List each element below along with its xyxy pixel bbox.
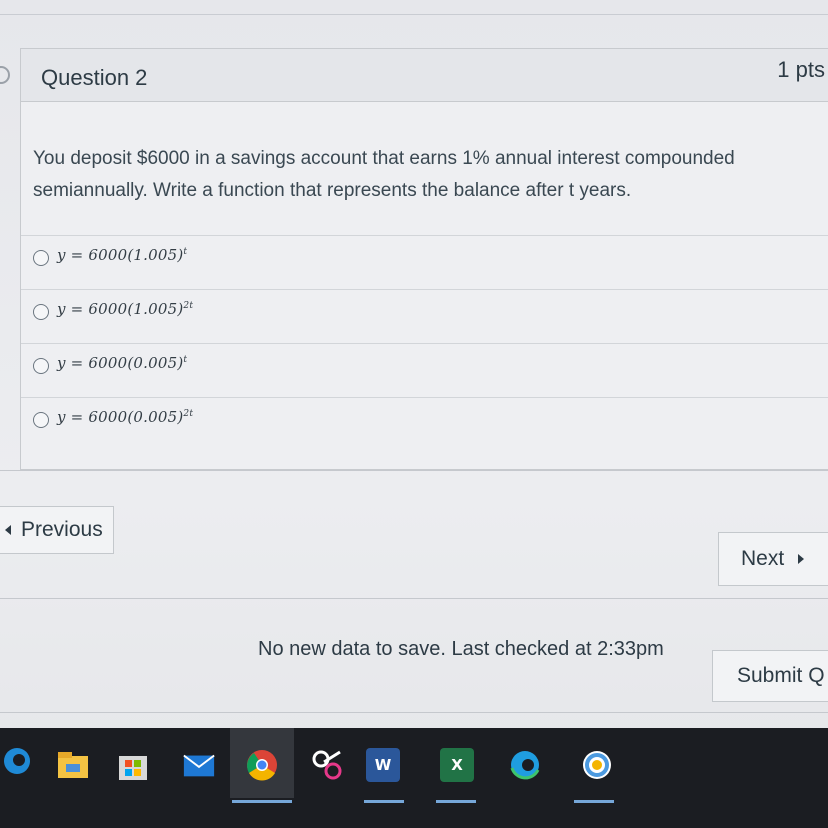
- next-label: Next: [741, 547, 785, 570]
- answer-equation: y = 6000(1.005)t: [57, 246, 188, 264]
- edge-legacy-icon[interactable]: [0, 744, 34, 778]
- chevron-left-icon: [5, 525, 11, 535]
- radio-button[interactable]: [33, 304, 49, 320]
- question-text: You deposit $6000 in a savings account t…: [33, 148, 735, 201]
- mail-icon[interactable]: [182, 748, 216, 782]
- question-card: Question 2 1 pts You deposit $6000 in a …: [20, 48, 828, 470]
- active-indicator: [232, 800, 292, 803]
- save-status: No new data to save. Last checked at 2:3…: [258, 638, 664, 660]
- divider: [0, 14, 828, 15]
- next-button[interactable]: Next: [718, 532, 828, 586]
- radio-button[interactable]: [33, 250, 49, 266]
- question-marker-icon: [0, 66, 10, 84]
- answer-option[interactable]: y = 6000(1.005)t: [21, 235, 828, 292]
- answer-equation: y = 6000(1.005)2t: [57, 300, 194, 318]
- edge-icon[interactable]: [508, 748, 542, 782]
- divider: [0, 598, 828, 599]
- divider: [0, 470, 828, 471]
- chevron-right-icon: [798, 554, 805, 564]
- previous-label: Previous: [21, 518, 103, 541]
- answer-option[interactable]: y = 6000(0.005)2t: [21, 397, 828, 454]
- submit-quiz-button[interactable]: Submit Q: [712, 650, 828, 702]
- previous-button[interactable]: Previous: [0, 506, 114, 554]
- chrome-icon[interactable]: [245, 748, 279, 782]
- running-indicator: [574, 800, 614, 803]
- submit-label: Submit Q: [737, 664, 825, 687]
- running-indicator: [364, 800, 404, 803]
- microsoft-store-icon[interactable]: [116, 748, 150, 782]
- radio-button[interactable]: [33, 358, 49, 374]
- word-icon[interactable]: W: [366, 748, 400, 782]
- divider: [0, 712, 828, 713]
- quiz-page: Question 2 1 pts You deposit $6000 in a …: [0, 0, 828, 828]
- answer-equation: y = 6000(0.005)2t: [57, 408, 194, 426]
- answer-option[interactable]: y = 6000(1.005)2t: [21, 289, 828, 346]
- question-points: 1 pts: [777, 57, 825, 82]
- answer-option[interactable]: y = 6000(0.005)t: [21, 343, 828, 400]
- excel-icon[interactable]: X: [440, 748, 474, 782]
- question-header: Question 2 1 pts: [21, 49, 828, 102]
- file-explorer-icon[interactable]: [56, 748, 90, 782]
- photos-icon[interactable]: [580, 748, 614, 782]
- radio-button[interactable]: [33, 412, 49, 428]
- answer-equation: y = 6000(0.005)t: [57, 354, 188, 372]
- windows-taskbar: W X: [0, 728, 828, 828]
- snip-sketch-icon[interactable]: [310, 748, 344, 782]
- question-title: Question 2: [41, 65, 148, 90]
- running-indicator: [436, 800, 476, 803]
